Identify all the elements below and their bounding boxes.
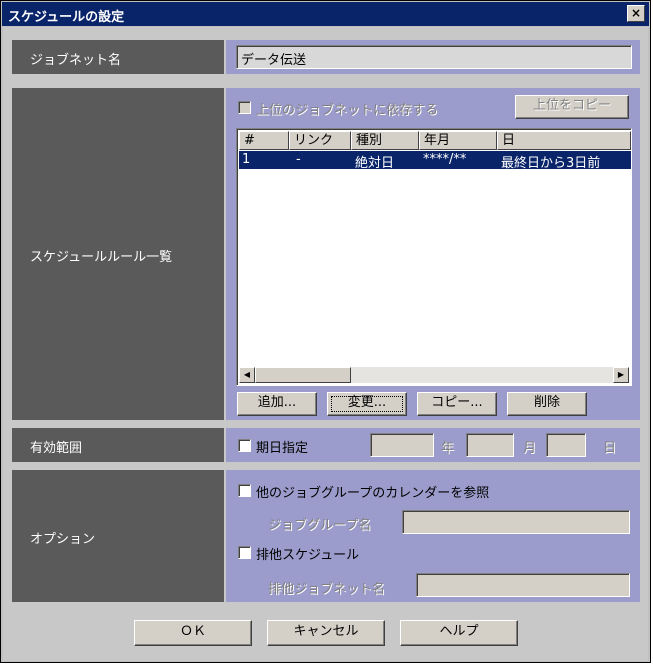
cancel-button[interactable]: キャンセル bbox=[267, 620, 385, 646]
exclusive-jobnet-label: 排他ジョブネット名 bbox=[268, 582, 386, 597]
valid-range-label: 有効範囲 bbox=[30, 441, 83, 456]
due-date-label: 期日指定 bbox=[256, 441, 309, 456]
exclusive-checkbox[interactable] bbox=[238, 546, 251, 559]
horizontal-scrollbar[interactable]: ◀ ▶ bbox=[239, 367, 629, 383]
scroll-left-icon[interactable]: ◀ bbox=[239, 367, 255, 383]
depend-upper-label: 上位のジョブネットに依存する bbox=[256, 103, 439, 118]
valid-range-label-cell: 有効範囲 bbox=[12, 428, 224, 462]
jobgroup-name-field[interactable] bbox=[402, 510, 630, 534]
calendar-label: 他のジョブグループのカレンダーを参照 bbox=[256, 486, 490, 501]
jobgroup-name-label: ジョブグループ名 bbox=[268, 518, 372, 533]
calendar-checkbox[interactable] bbox=[238, 484, 251, 497]
schedule-rules-label-cell: スケジュールルール一覧 bbox=[12, 88, 224, 420]
schedule-rules-label: スケジュールルール一覧 bbox=[30, 250, 173, 265]
row-type: 絶対日 bbox=[355, 156, 395, 171]
day-field[interactable] bbox=[546, 433, 586, 457]
options-label: オプション bbox=[30, 532, 96, 547]
copy-button[interactable]: コピー... bbox=[417, 392, 497, 416]
add-button[interactable]: 追加... bbox=[237, 392, 317, 416]
copy-upper-button[interactable]: 上位をコピー bbox=[515, 95, 629, 119]
row-yearmonth: ****/** bbox=[423, 152, 467, 167]
row-number: 1 bbox=[242, 152, 251, 167]
title-bar: スケジュールの設定 × bbox=[2, 2, 649, 26]
exclusive-jobnet-field[interactable] bbox=[416, 573, 630, 597]
help-button[interactable]: ヘルプ bbox=[400, 620, 518, 646]
scroll-right-icon[interactable]: ▶ bbox=[613, 367, 629, 383]
jobnet-name-label: ジョブネット名 bbox=[30, 53, 122, 68]
jobnet-name-field[interactable]: データ伝送 bbox=[236, 45, 632, 69]
column-header-yearmonth[interactable]: 年月 bbox=[419, 131, 497, 150]
exclusive-label: 排他スケジュール bbox=[256, 548, 360, 563]
close-button[interactable]: × bbox=[627, 5, 645, 22]
row-day: 最終日から3日前 bbox=[501, 156, 601, 171]
month-unit: 月 bbox=[523, 441, 537, 456]
column-header-link[interactable]: リンク bbox=[289, 131, 351, 150]
due-date-checkbox[interactable] bbox=[238, 439, 251, 452]
delete-button[interactable]: 削除 bbox=[507, 392, 587, 416]
depend-upper-checkbox[interactable] bbox=[238, 101, 251, 114]
scrollbar-thumb[interactable] bbox=[255, 367, 351, 383]
ok-button[interactable]: ＯＫ bbox=[134, 620, 252, 646]
window-title: スケジュールの設定 bbox=[8, 10, 125, 25]
table-row[interactable]: 1 - 絶対日 ****/** 最終日から3日前 bbox=[239, 151, 631, 171]
options-label-cell: オプション bbox=[12, 470, 224, 602]
column-header-type[interactable]: 種別 bbox=[351, 131, 419, 150]
change-button[interactable]: 変更... bbox=[327, 392, 407, 416]
jobnet-name-label-cell: ジョブネット名 bbox=[12, 40, 224, 74]
row-link: - bbox=[296, 152, 301, 167]
jobnet-name-value: データ伝送 bbox=[241, 53, 307, 68]
schedule-rule-list[interactable]: # リンク 種別 年月 日 1 - 絶対日 ****/** 最終日から3日前 ◀… bbox=[236, 128, 632, 386]
month-field[interactable] bbox=[466, 433, 514, 457]
day-unit: 日 bbox=[603, 441, 617, 456]
year-field[interactable] bbox=[370, 433, 434, 457]
column-header-number[interactable]: # bbox=[239, 131, 289, 150]
column-header-day[interactable]: 日 bbox=[497, 131, 631, 150]
year-unit: 年 bbox=[441, 441, 455, 456]
